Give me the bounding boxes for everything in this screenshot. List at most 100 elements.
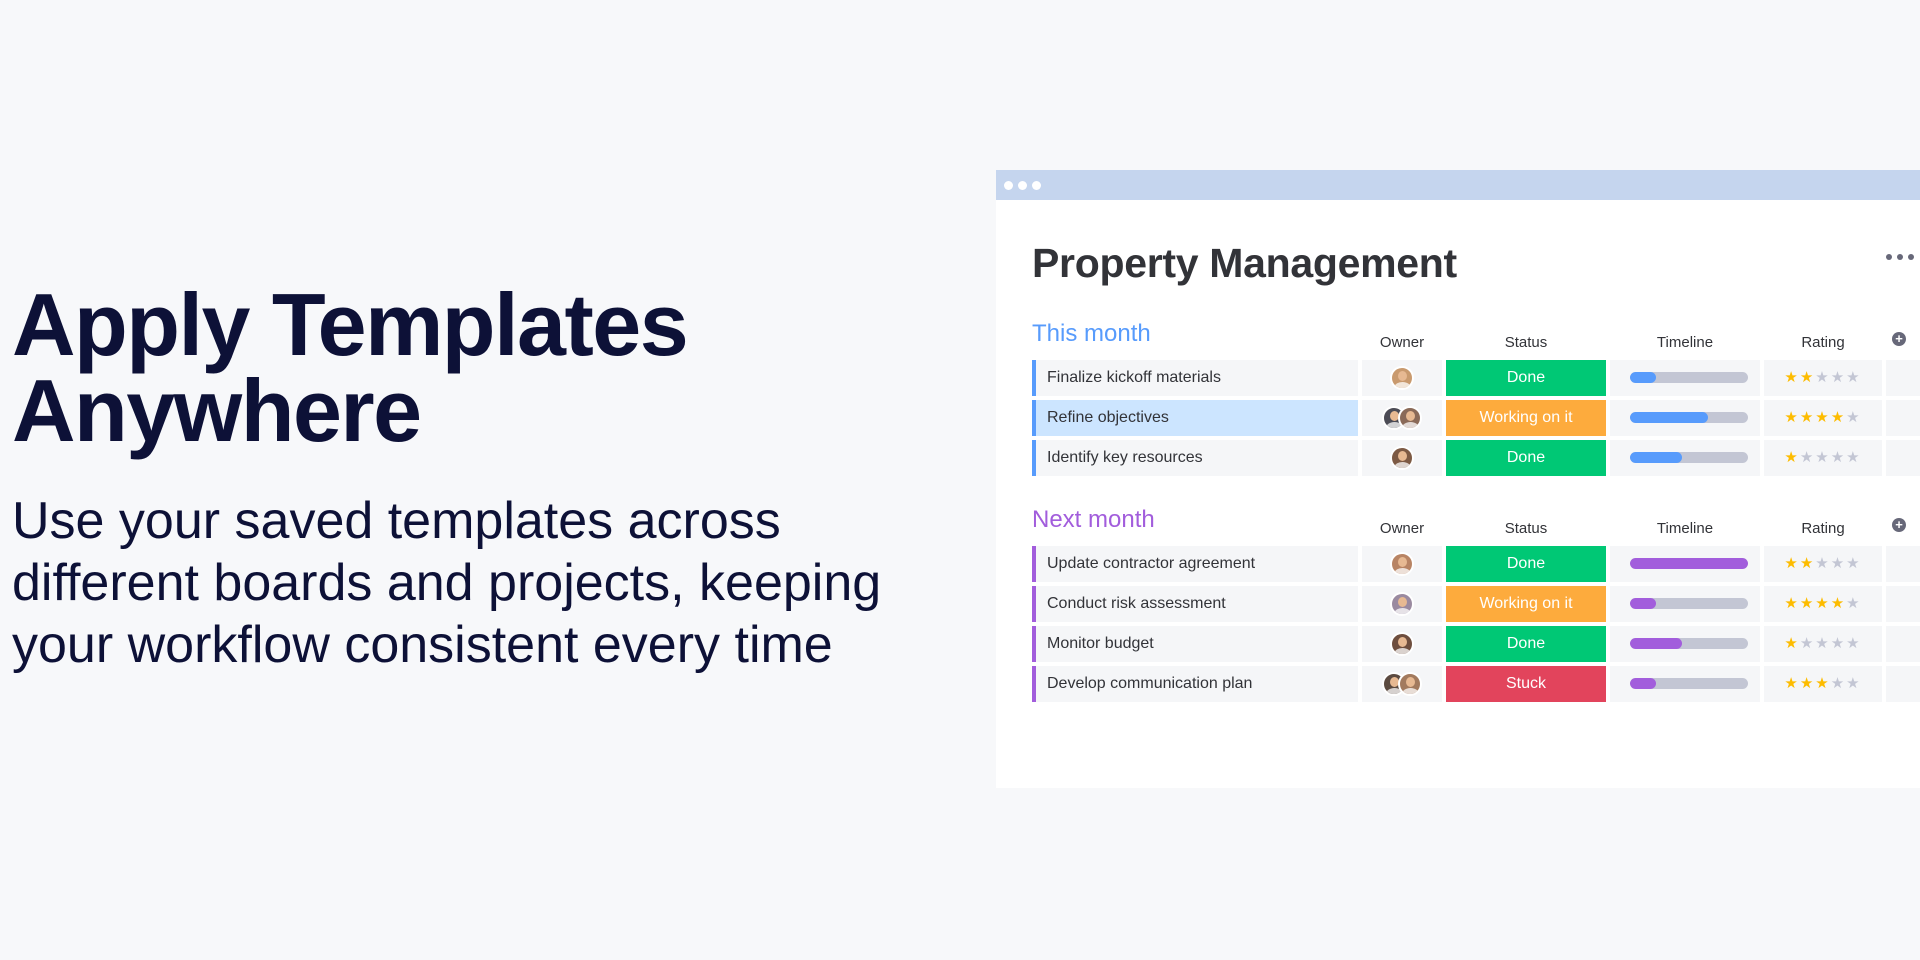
avatar[interactable] [1390,592,1414,616]
rating-cell[interactable]: ★★★★★ [1764,666,1882,702]
timeline-cell[interactable] [1610,440,1760,476]
status-badge[interactable]: Stuck [1446,666,1606,702]
column-header-owner[interactable]: Owner [1362,520,1442,537]
rating-cell[interactable]: ★★★★★ [1764,360,1882,396]
star-icon[interactable]: ★ [1831,369,1846,386]
rating-cell[interactable]: ★★★★★ [1764,546,1882,582]
item-name-cell[interactable]: Finalize kickoff materials [1032,360,1358,396]
table-row[interactable]: Conduct risk assessment Working on it ★★★★… [1032,586,1920,622]
empty-cell[interactable] [1886,546,1920,582]
column-header-rating[interactable]: Rating [1764,334,1882,351]
avatar[interactable] [1398,406,1422,430]
table-row[interactable]: Develop communication plan Stuck ★★★★★ [1032,666,1920,702]
timeline-cell[interactable] [1610,546,1760,582]
owner-cell[interactable] [1362,546,1442,582]
star-icon[interactable]: ★ [1815,635,1830,652]
star-icon[interactable]: ★ [1784,555,1799,572]
star-icon[interactable]: ★ [1815,369,1830,386]
table-row[interactable]: Refine objectives Working on it ★★★★★ [1032,400,1920,436]
empty-cell[interactable] [1886,626,1920,662]
status-badge[interactable]: Working on it [1446,400,1606,436]
star-icon[interactable]: ★ [1846,409,1861,426]
star-icon[interactable]: ★ [1846,555,1861,572]
star-icon[interactable]: ★ [1831,409,1846,426]
add-column-icon[interactable]: + [1892,332,1906,346]
avatar[interactable] [1390,446,1414,470]
star-icon[interactable]: ★ [1784,635,1799,652]
item-name-cell[interactable]: Conduct risk assessment [1032,586,1358,622]
star-icon[interactable]: ★ [1784,675,1799,692]
owner-cell[interactable] [1362,626,1442,662]
star-icon[interactable]: ★ [1831,635,1846,652]
table-row[interactable]: Identify key resources Done ★★★★★ [1032,440,1920,476]
empty-cell[interactable] [1886,586,1920,622]
table-row[interactable]: Finalize kickoff materials Done ★★★★★ [1032,360,1920,396]
star-icon[interactable]: ★ [1815,449,1830,466]
star-icon[interactable]: ★ [1831,555,1846,572]
star-icon[interactable]: ★ [1784,595,1799,612]
owner-cell[interactable] [1362,440,1442,476]
owner-cell[interactable] [1362,360,1442,396]
item-name-cell[interactable]: Refine objectives [1032,400,1358,436]
status-badge[interactable]: Done [1446,626,1606,662]
star-icon[interactable]: ★ [1846,595,1861,612]
status-badge[interactable]: Done [1446,440,1606,476]
column-header-status[interactable]: Status [1446,520,1606,537]
star-icon[interactable]: ★ [1831,449,1846,466]
group-title[interactable]: This month [1032,320,1151,348]
timeline-cell[interactable] [1610,666,1760,702]
avatar[interactable] [1390,552,1414,576]
group-title[interactable]: Next month [1032,506,1155,534]
owner-cell[interactable] [1362,666,1442,702]
star-icon[interactable]: ★ [1846,635,1861,652]
item-name-cell[interactable]: Identify key resources [1032,440,1358,476]
star-icon[interactable]: ★ [1800,449,1815,466]
item-name-cell[interactable]: Develop communication plan [1032,666,1358,702]
status-badge[interactable]: Working on it [1446,586,1606,622]
star-icon[interactable]: ★ [1800,409,1815,426]
star-icon[interactable]: ★ [1800,369,1815,386]
status-badge[interactable]: Done [1446,546,1606,582]
empty-cell[interactable] [1886,440,1920,476]
rating-cell[interactable]: ★★★★★ [1764,586,1882,622]
column-header-owner[interactable]: Owner [1362,334,1442,351]
empty-cell[interactable] [1886,666,1920,702]
star-icon[interactable]: ★ [1800,595,1815,612]
column-header-timeline[interactable]: Timeline [1610,520,1760,537]
item-name-cell[interactable]: Update contractor agreement [1032,546,1358,582]
timeline-cell[interactable] [1610,400,1760,436]
empty-cell[interactable] [1886,360,1920,396]
star-icon[interactable]: ★ [1784,409,1799,426]
star-icon[interactable]: ★ [1846,449,1861,466]
more-horizontal-icon[interactable] [1886,254,1914,260]
column-header-rating[interactable]: Rating [1764,520,1882,537]
timeline-cell[interactable] [1610,360,1760,396]
column-header-status[interactable]: Status [1446,334,1606,351]
add-column-icon[interactable]: + [1892,518,1906,532]
star-icon[interactable]: ★ [1784,369,1799,386]
status-badge[interactable]: Done [1446,360,1606,396]
star-icon[interactable]: ★ [1784,449,1799,466]
table-row[interactable]: Monitor budget Done ★★★★★ [1032,626,1920,662]
item-name-cell[interactable]: Monitor budget [1032,626,1358,662]
star-icon[interactable]: ★ [1846,675,1861,692]
star-icon[interactable]: ★ [1800,675,1815,692]
star-icon[interactable]: ★ [1815,595,1830,612]
rating-cell[interactable]: ★★★★★ [1764,440,1882,476]
star-icon[interactable]: ★ [1831,675,1846,692]
star-icon[interactable]: ★ [1831,595,1846,612]
star-icon[interactable]: ★ [1800,635,1815,652]
rating-cell[interactable]: ★★★★★ [1764,626,1882,662]
avatar[interactable] [1398,672,1422,696]
empty-cell[interactable] [1886,400,1920,436]
star-icon[interactable]: ★ [1846,369,1861,386]
avatar[interactable] [1390,632,1414,656]
star-icon[interactable]: ★ [1800,555,1815,572]
timeline-cell[interactable] [1610,626,1760,662]
star-icon[interactable]: ★ [1815,555,1830,572]
column-header-timeline[interactable]: Timeline [1610,334,1760,351]
owner-cell[interactable] [1362,400,1442,436]
table-row[interactable]: Update contractor agreement Done ★★★★★ [1032,546,1920,582]
rating-cell[interactable]: ★★★★★ [1764,400,1882,436]
star-icon[interactable]: ★ [1815,675,1830,692]
